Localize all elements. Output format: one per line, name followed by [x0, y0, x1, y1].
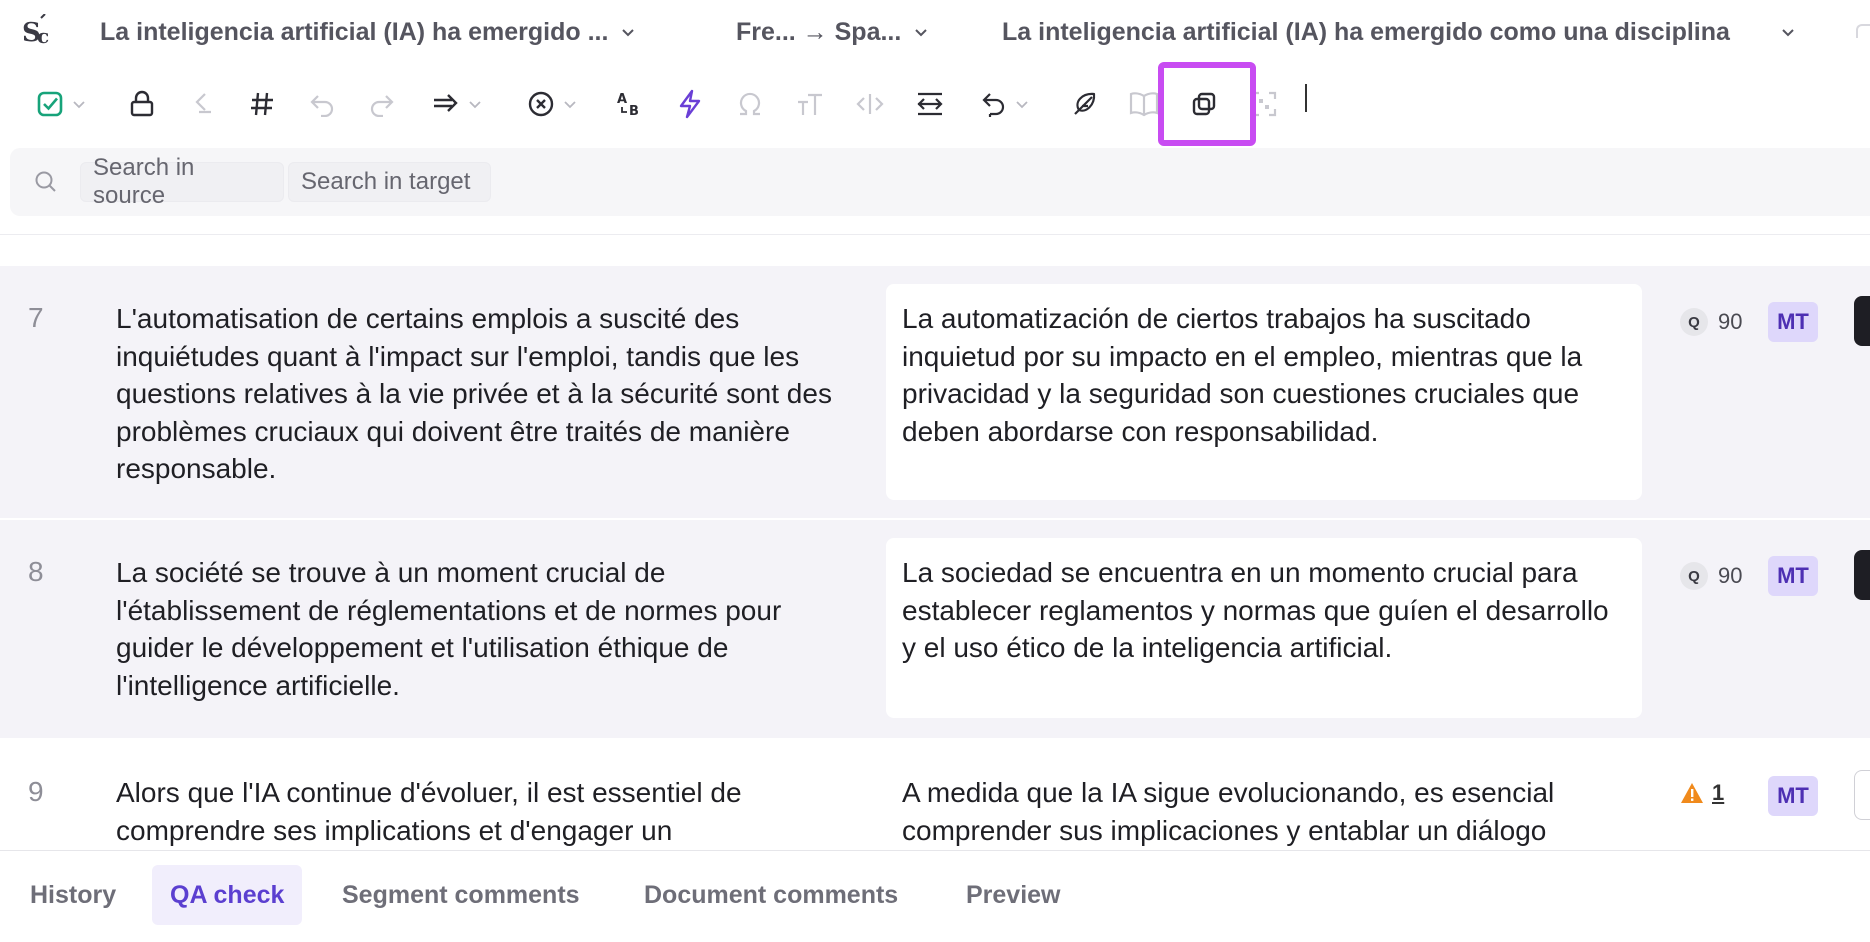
chevron-down-icon: [73, 101, 85, 109]
segment-status-button[interactable]: [1854, 296, 1870, 346]
divider: [0, 234, 1870, 235]
split-icon: [195, 93, 211, 114]
chevron-down-icon: [915, 29, 928, 37]
chevron-down-icon: [469, 101, 481, 109]
segment-title: La inteligencia artificial (IA) ha emerg…: [1002, 17, 1730, 46]
lightning-icon: [679, 89, 701, 119]
segment-source-text: Alors que l'IA continue d'évoluer, il es…: [116, 777, 742, 846]
segment-target-text[interactable]: A medida que la IA sigue evolucionando, …: [886, 758, 1642, 865]
segment-target-editor[interactable]: La sociedad se encuentra en un momento c…: [886, 538, 1642, 718]
document-selector[interactable]: La inteligencia artificial (IA) ha emerg…: [100, 14, 682, 50]
copy-source-icon: [434, 94, 458, 112]
sc-logo-icon[interactable]: S c: [22, 13, 54, 50]
segment-target-editor[interactable]: A medida que la IA sigue evolucionando, …: [886, 758, 1642, 865]
change-case-button[interactable]: AB: [612, 84, 648, 124]
tab-preview[interactable]: Preview: [948, 865, 1079, 925]
text-size-icon: [798, 93, 822, 115]
lock-button[interactable]: [124, 84, 160, 124]
segment-target-text[interactable]: La automatización de ciertos trabajos ha…: [886, 284, 1642, 466]
lightning-button[interactable]: [672, 84, 708, 124]
book-icon: [1129, 92, 1159, 117]
svg-text:c: c: [37, 24, 49, 48]
segment-selector[interactable]: La inteligencia artificial (IA) ha emerg…: [1002, 14, 1802, 50]
quality-icon: Q: [1680, 562, 1708, 590]
search-bar: Search in source Search in target: [10, 148, 1870, 216]
feather-icon: [1074, 92, 1096, 115]
feather-button[interactable]: [1066, 84, 1102, 124]
warning-icon: [1681, 783, 1703, 803]
bottom-panel-tabs: History QA check Segment comments Docume…: [0, 850, 1870, 942]
lock-icon: [130, 90, 154, 117]
undo-button[interactable]: [304, 84, 340, 124]
tab-document-comments[interactable]: Document comments: [626, 865, 916, 925]
match-score-value: 90: [1718, 309, 1743, 334]
segment-status-button[interactable]: [1854, 770, 1870, 820]
clear-dropdown-button[interactable]: [522, 84, 582, 124]
split-button[interactable]: [184, 84, 220, 124]
segment-number: 7: [28, 302, 44, 333]
hash-button[interactable]: [244, 84, 280, 124]
hash-icon: [251, 92, 273, 116]
match-score: Q 90: [1680, 562, 1742, 590]
revert-icon: [982, 93, 1005, 117]
svg-text:B: B: [629, 104, 639, 118]
segment-row[interactable]: 9 Alors que l'IA continue d'évoluer, il …: [0, 740, 1870, 850]
text-cursor: [1305, 84, 1307, 112]
undo-icon: [310, 95, 334, 117]
mt-badge: MT: [1768, 556, 1818, 596]
chevron-down-icon: [622, 29, 635, 37]
tab-history[interactable]: History: [12, 865, 134, 925]
book-button[interactable]: [1126, 84, 1162, 124]
revert-dropdown-button[interactable]: [974, 84, 1036, 124]
tags-button[interactable]: [852, 84, 888, 124]
duplicate-button-highlight: [1158, 62, 1256, 146]
quality-icon: Q: [1680, 308, 1708, 336]
tags-icon: [856, 94, 884, 114]
chevron-down-icon: [564, 101, 576, 109]
segment-source-text: L'automatisation de certains emplois a s…: [116, 303, 832, 484]
match-score: Q 90: [1680, 308, 1742, 336]
match-score-value: 90: [1718, 563, 1743, 588]
search-icon: [35, 171, 56, 192]
tab-qa-check[interactable]: QA check: [152, 865, 303, 925]
segment-status-button[interactable]: [1854, 550, 1870, 600]
segment-row[interactable]: 7 L'automatisation de certains emplois a…: [0, 266, 1870, 518]
wrap-icon: [917, 92, 943, 116]
mt-badge: MT: [1768, 302, 1818, 342]
text-size-button[interactable]: [792, 84, 828, 124]
top-bar: S c La inteligencia artificial (IA) ha e…: [0, 0, 1870, 66]
copy-source-dropdown-button[interactable]: [426, 84, 488, 124]
confirm-check-icon: [37, 91, 63, 117]
language-pair: Fre... → Spa...: [736, 17, 902, 46]
language-pair-selector[interactable]: Fre... → Spa...: [736, 14, 950, 50]
chevron-down-icon: [1782, 29, 1794, 37]
segment-target-editor[interactable]: La automatización de ciertos trabajos ha…: [886, 284, 1642, 500]
segment-number: 9: [28, 776, 44, 807]
special-characters-button[interactable]: [732, 84, 768, 124]
segment-source-text: La société se trouve à un moment crucial…: [116, 557, 782, 701]
chevron-down-icon: [1016, 101, 1028, 109]
qa-warning[interactable]: 1: [1680, 780, 1724, 806]
document-title: La inteligencia artificial (IA) ha emerg…: [100, 17, 609, 46]
warning-count[interactable]: 1: [1712, 780, 1724, 806]
search-source-input[interactable]: Search in source: [80, 154, 284, 209]
tab-segment-comments[interactable]: Segment comments: [324, 865, 598, 925]
clear-icon: [528, 91, 554, 117]
search-target-input[interactable]: Search in target: [288, 162, 491, 202]
confirm-dropdown-button[interactable]: [28, 84, 94, 124]
mt-badge: MT: [1768, 776, 1818, 816]
case-icon: AB: [617, 92, 639, 118]
segment-row[interactable]: 8 La société se trouve à un moment cruci…: [0, 520, 1870, 738]
editor-toolbar: AB: [0, 74, 1870, 138]
redo-button[interactable]: [364, 84, 400, 124]
wrap-button[interactable]: [912, 84, 948, 124]
segment-target-text[interactable]: La sociedad se encuentra en un momento c…: [886, 538, 1642, 683]
omega-icon: [739, 92, 761, 116]
panel-edge: [1856, 24, 1870, 38]
svg-text:A: A: [617, 92, 627, 107]
redo-icon: [370, 95, 394, 117]
segment-number: 8: [28, 556, 44, 587]
